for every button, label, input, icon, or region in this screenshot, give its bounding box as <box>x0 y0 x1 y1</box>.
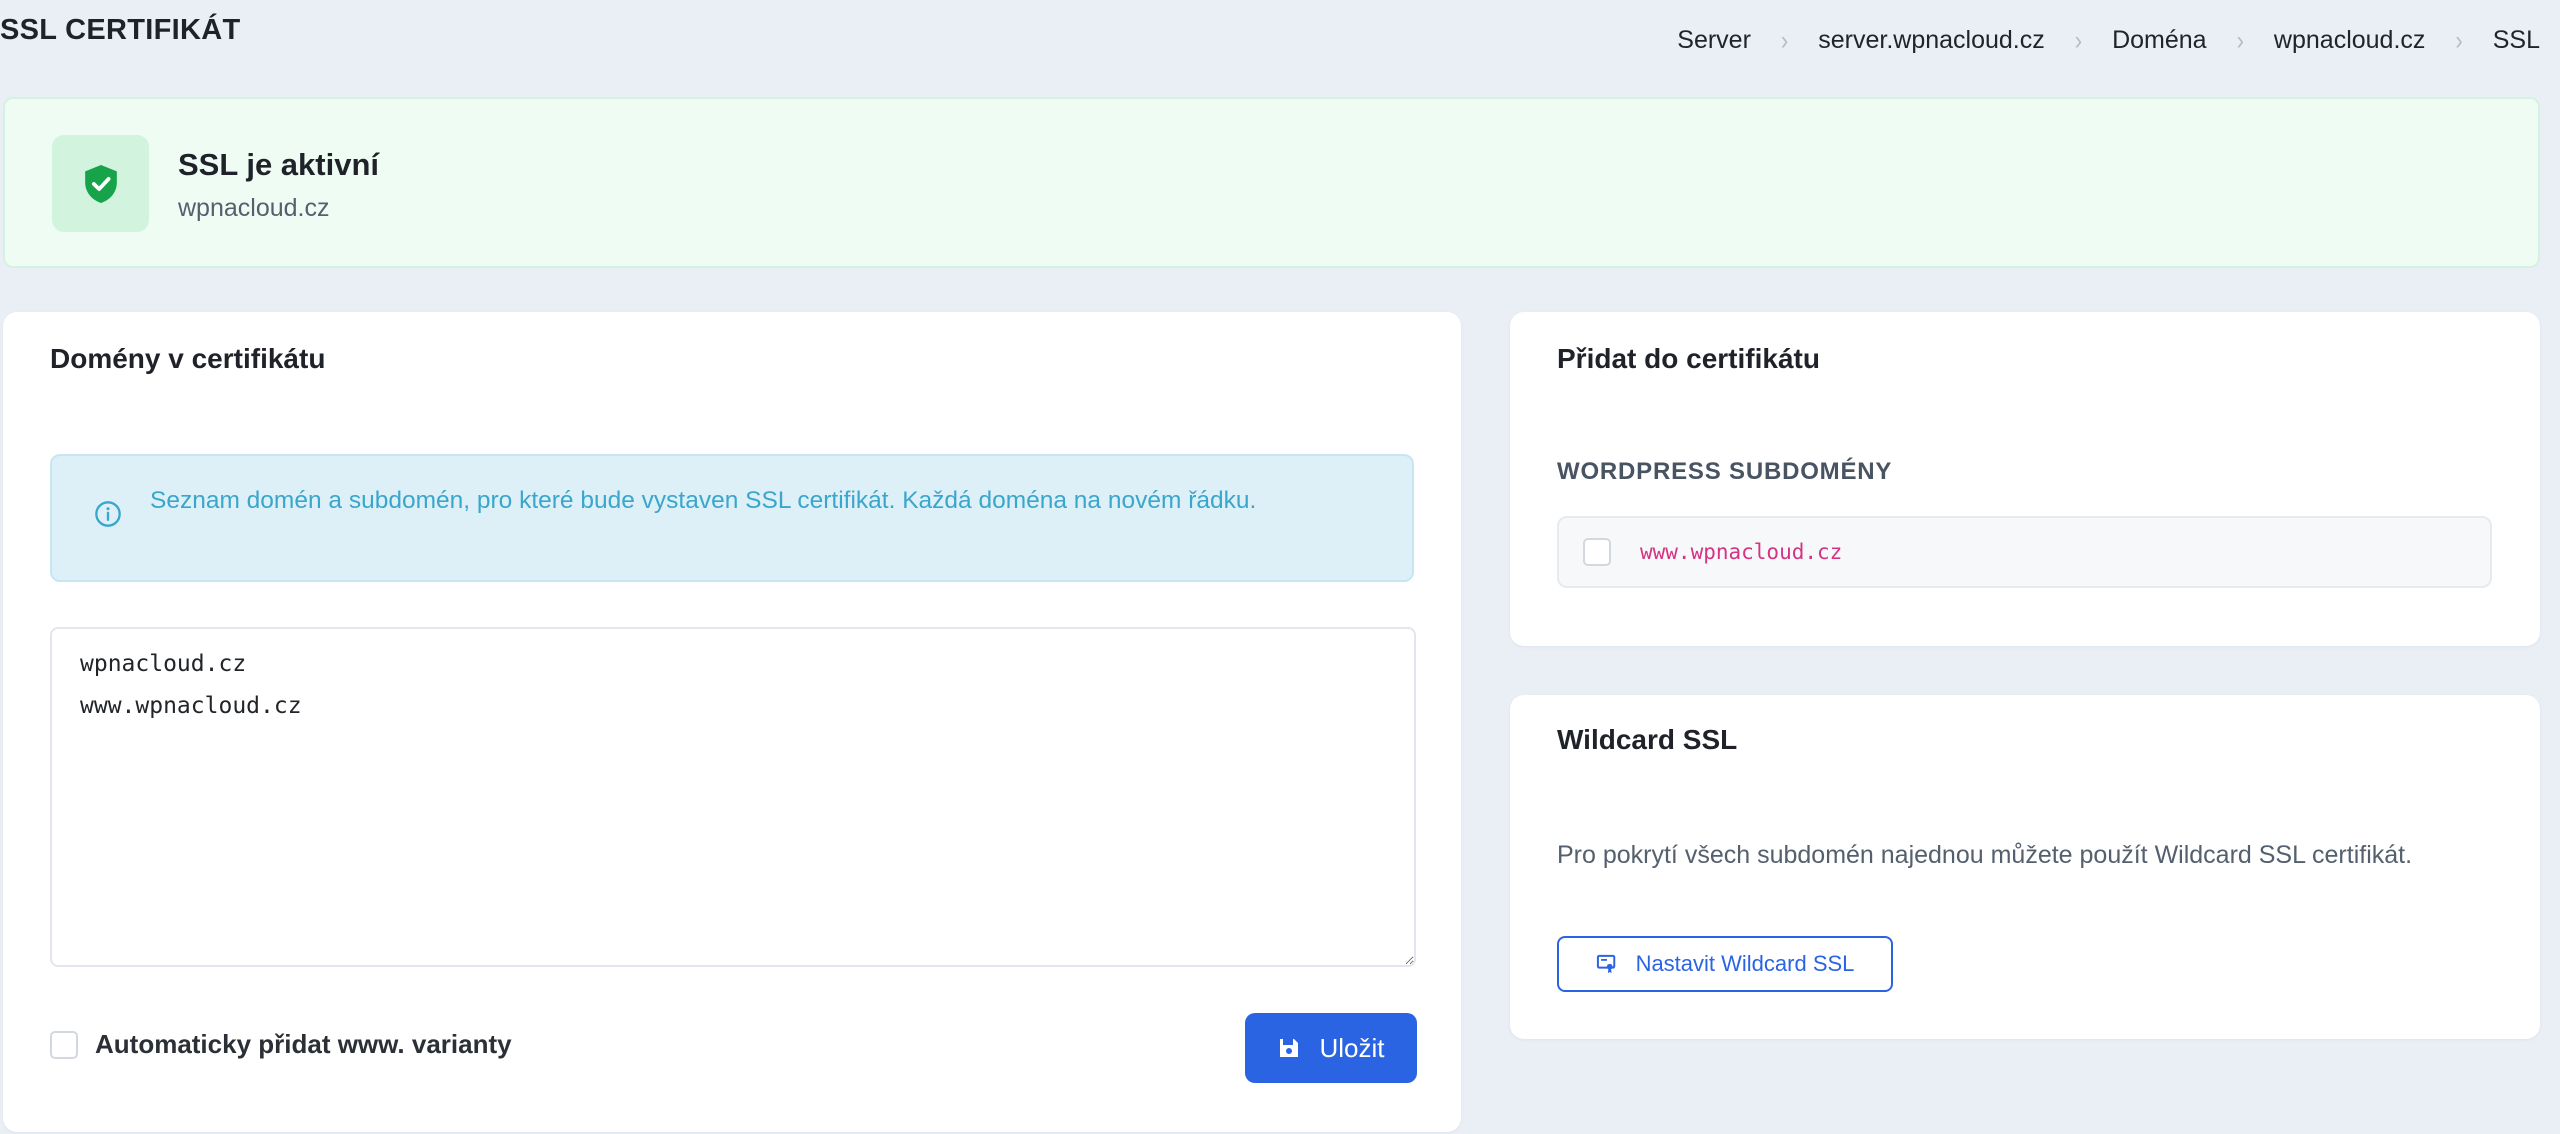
breadcrumb-server-host[interactable]: server.wpnacloud.cz <box>1818 26 2045 55</box>
breadcrumb: Server › server.wpnacloud.cz › Doména › … <box>1677 24 2540 55</box>
floppy-disk-icon <box>1280 1039 1299 1057</box>
info-text: Seznam domén a subdomén, pro které bude … <box>150 487 1257 514</box>
wordpress-subdomains-label: WORDPRESS SUBDOMÉNY <box>1557 458 1893 485</box>
subdomain-label[interactable]: www.wpnacloud.cz <box>1640 540 1842 564</box>
add-card-title: Přidat do certifikátu <box>1557 343 1820 374</box>
ssl-status-title: SSL je aktivní <box>178 147 380 182</box>
page-title: SSL CERTIFIKÁT <box>0 14 241 46</box>
auto-www-option[interactable]: Automaticky přidat www. varianty <box>50 1029 512 1060</box>
breadcrumb-ssl: SSL <box>2492 26 2540 54</box>
save-button[interactable]: Uložit <box>1245 1013 1417 1083</box>
ssl-status-domain: wpnacloud.cz <box>178 194 330 222</box>
auto-www-checkbox[interactable] <box>50 1030 78 1059</box>
domains-textarea[interactable] <box>50 627 1416 967</box>
setup-wildcard-ssl-button[interactable]: Nastavit Wildcard SSL <box>1557 936 1893 992</box>
breadcrumb-domain[interactable]: wpnacloud.cz <box>2274 26 2425 55</box>
save-label: Uložit <box>1319 1032 1385 1063</box>
setup-wildcard-label: Nastavit Wildcard SSL <box>1635 951 1855 976</box>
wildcard-ssl-card: Wildcard SSL Pro pokrytí všech subdomén … <box>1510 695 2540 1039</box>
subdomain-option[interactable]: www.wpnacloud.cz <box>1557 516 2492 588</box>
info-icon <box>95 501 121 527</box>
auto-www-label[interactable]: Automaticky přidat www. varianty <box>95 1029 512 1060</box>
chevron-right-icon: › <box>2455 24 2463 55</box>
subdomain-checkbox[interactable] <box>1583 538 1611 566</box>
chevron-right-icon: › <box>1780 24 1789 55</box>
breadcrumb-server[interactable]: Server <box>1677 26 1751 55</box>
breadcrumb-domains[interactable]: Doména <box>2112 26 2207 55</box>
wildcard-description: Pro pokrytí všech subdomén najednou může… <box>1557 841 2413 869</box>
add-to-certificate-card: Přidat do certifikátu WORDPRESS SUBDOMÉN… <box>1510 312 2540 646</box>
domains-card: Domény v certifikátu Seznam domén a subd… <box>3 312 1461 1132</box>
chevron-right-icon: › <box>2074 24 2083 55</box>
shield-check-icon <box>52 135 149 232</box>
ssl-status-banner: SSL je aktivní wpnacloud.cz <box>3 97 2540 268</box>
wildcard-card-title: Wildcard SSL <box>1557 724 1738 755</box>
domains-card-title: Domény v certifikátu <box>50 343 326 374</box>
info-alert: Seznam domén a subdomén, pro které bude … <box>50 454 1414 582</box>
chevron-right-icon: › <box>2236 24 2244 55</box>
certificate-icon <box>1596 954 1615 974</box>
